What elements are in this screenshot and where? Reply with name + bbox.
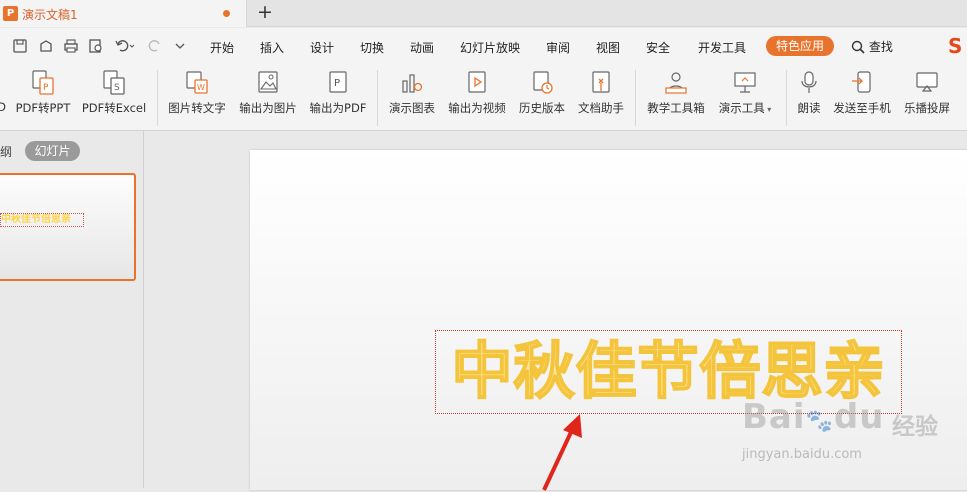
new-tab-button[interactable]: + <box>257 2 273 22</box>
tool-screen-cast-label: 乐播投屏 <box>904 101 950 115</box>
annotation-arrow-icon <box>542 414 582 491</box>
teaching-tools-icon <box>665 72 687 94</box>
chart-icon <box>402 74 423 93</box>
tool-presentation[interactable]: 演示工具 ▾ <box>714 67 776 125</box>
pdf-to-ppt-icon: P <box>32 70 54 95</box>
menu-review[interactable]: 审阅 <box>546 39 570 56</box>
svg-text:P: P <box>43 83 49 93</box>
baidu-watermark: Bai🐾du 经验 jingyan.baidu.com <box>742 395 967 475</box>
toolbar-divider <box>635 70 636 126</box>
menu-slideshow[interactable]: 幻灯片放映 <box>460 39 520 56</box>
tool-export-pdf-label: 输出为PDF <box>309 101 367 115</box>
export-pdf-icon: P <box>329 71 347 93</box>
svg-text:S: S <box>114 83 120 93</box>
export-icon[interactable] <box>38 38 54 54</box>
menu-design[interactable]: 设计 <box>310 39 334 56</box>
menu-security[interactable]: 安全 <box>646 39 670 56</box>
doc-assistant-icon <box>592 71 610 93</box>
toolbar-divider <box>157 70 158 126</box>
chevron-down-icon: ▾ <box>764 105 772 114</box>
print-preview-icon[interactable] <box>88 38 104 54</box>
tool-export-pdf[interactable]: P 输出为PDF <box>307 67 369 125</box>
svg-text:P: P <box>334 78 340 89</box>
document-title: 演示文稿1 <box>22 8 78 22</box>
slide-thumbnail[interactable]: 中秋佳节倍思亲 <box>0 173 136 281</box>
tool-chart[interactable]: 演示图表 <box>384 67 440 125</box>
search-label: 查找 <box>868 40 893 54</box>
export-video-icon <box>468 71 486 93</box>
wps-logo-icon[interactable]: S <box>948 36 967 56</box>
tool-teaching[interactable]: 教学工具箱 <box>643 67 709 125</box>
slides-panel: 纲 幻灯片 中秋佳节倍思亲 <box>0 131 144 488</box>
toolbar-divider <box>377 70 378 126</box>
presentation-file-icon: P <box>3 6 18 21</box>
tool-partial-label: D <box>0 100 6 114</box>
tool-pdf-to-excel-label: PDF转Excel <box>81 101 147 115</box>
tool-export-video-label: 输出为视频 <box>448 101 506 115</box>
menu-view[interactable]: 视图 <box>596 39 620 56</box>
watermark-bai: Bai <box>742 397 806 437</box>
tool-partial[interactable]: D <box>0 67 6 125</box>
pdf-to-excel-icon: S <box>103 70 125 95</box>
unsaved-dot-icon <box>223 10 230 17</box>
menu-animation[interactable]: 动画 <box>410 39 434 56</box>
send-to-phone-icon <box>852 71 871 93</box>
redo-icon[interactable] <box>147 38 163 54</box>
menu-developer[interactable]: 开发工具 <box>698 39 746 56</box>
save-icon[interactable] <box>12 38 28 54</box>
export-image-icon <box>258 71 278 93</box>
tool-send-to-phone[interactable]: 发送至手机 <box>829 67 895 125</box>
presentation-tools-icon <box>734 72 756 93</box>
tool-chart-label: 演示图表 <box>389 101 435 115</box>
tool-send-to-phone-label: 发送至手机 <box>833 101 891 115</box>
tool-pdf-to-ppt[interactable]: P PDF转PPT <box>13 67 73 125</box>
tool-export-video[interactable]: 输出为视频 <box>445 67 509 125</box>
tab-slides[interactable]: 幻灯片 <box>25 141 80 161</box>
menu-transition[interactable]: 切换 <box>360 39 384 56</box>
thumbnail-title: 中秋佳节倍思亲 <box>0 213 84 227</box>
image-to-text-icon: W <box>186 71 208 94</box>
tool-presentation-label: 演示工具 ▾ <box>714 100 776 116</box>
menu-home[interactable]: 开始 <box>210 39 234 56</box>
tool-pdf-to-excel[interactable]: S PDF转Excel <box>80 67 148 125</box>
menu-insert[interactable]: 插入 <box>260 39 284 56</box>
watermark-brand: Bai🐾du <box>742 397 884 437</box>
tool-pdf-to-ppt-label: PDF转PPT <box>15 101 71 115</box>
paw-icon: 🐾 <box>805 409 834 434</box>
menu-bar: 开始 插入 设计 切换 动画 幻灯片放映 审阅 视图 安全 开发工具 特色应用 … <box>0 28 967 64</box>
ribbon-toolbar: D P PDF转PPT S PDF转Excel W 图片转文字 输出为图片 P … <box>0 64 967 131</box>
tool-image-to-text-label: 图片转文字 <box>168 101 226 115</box>
history-icon <box>533 71 553 94</box>
watermark-du: du <box>833 397 885 437</box>
tool-image-to-text[interactable]: W 图片转文字 <box>165 67 229 125</box>
search-icon <box>851 40 865 54</box>
watermark-url: jingyan.baidu.com <box>742 447 862 462</box>
screen-cast-icon <box>916 72 938 92</box>
tool-doc-assistant[interactable]: 文档助手 <box>574 67 628 125</box>
search-button[interactable]: 查找 <box>851 38 893 55</box>
document-tab[interactable]: P 演示文稿1 <box>0 0 247 27</box>
watermark-jingyan: 经验 <box>892 414 938 440</box>
undo-icon[interactable] <box>114 38 136 54</box>
customize-dropdown-icon[interactable] <box>174 38 186 54</box>
tool-presentation-text: 演示工具 <box>718 101 765 115</box>
tool-screen-cast[interactable]: 乐播投屏 <box>900 67 954 125</box>
title-bar: P 演示文稿1 + <box>0 0 967 27</box>
microphone-icon <box>801 71 817 93</box>
tool-teaching-label: 教学工具箱 <box>647 101 705 115</box>
toolbar-divider <box>786 70 787 126</box>
svg-text:W: W <box>197 83 205 92</box>
tool-export-image-label: 输出为图片 <box>239 101 297 115</box>
tool-history-label: 历史版本 <box>519 101 565 115</box>
tool-read-aloud[interactable]: 朗读 <box>793 67 825 125</box>
tool-doc-assistant-label: 文档助手 <box>578 101 624 115</box>
tab-outline[interactable]: 纲 <box>0 143 12 160</box>
menu-special-features[interactable]: 特色应用 <box>766 36 834 56</box>
print-icon[interactable] <box>63 38 79 54</box>
tool-history[interactable]: 历史版本 <box>515 67 569 125</box>
tool-read-aloud-label: 朗读 <box>797 101 821 115</box>
tool-export-image[interactable]: 输出为图片 <box>236 67 300 125</box>
